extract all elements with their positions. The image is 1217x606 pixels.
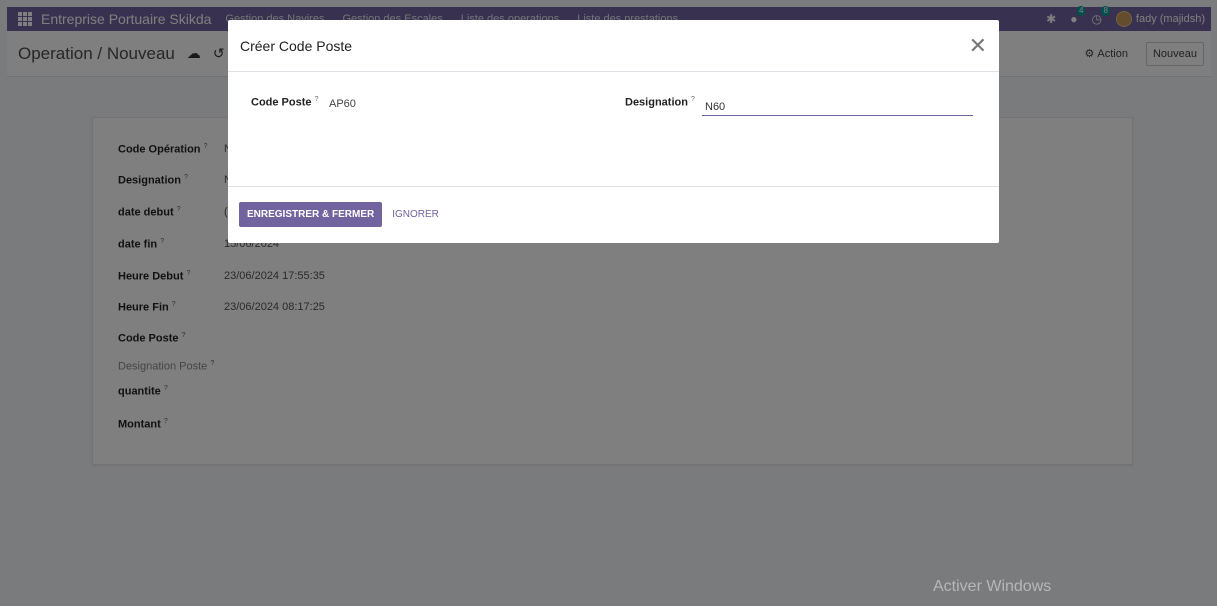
code-poste-value[interactable]: AP60 [329,98,356,110]
modal-footer: ENREGISTRER & FERMER IGNORER [228,187,999,242]
designation-input[interactable] [702,98,973,116]
discard-button[interactable]: IGNORER [392,209,439,220]
modal-body: Code Poste ? AP60 Designation ? [228,72,999,187]
save-close-button[interactable]: ENREGISTRER & FERMER [239,202,383,227]
modal-title: Créer Code Poste [240,37,353,54]
code-poste-label: Code Poste ? [251,96,319,109]
modal-header: Créer Code Poste ✕ [228,20,999,72]
close-icon[interactable]: ✕ [969,34,987,57]
windows-activation-watermark: Activer Windows [933,578,1052,595]
designation-label: Designation ? [625,96,695,109]
create-code-poste-dialog: Créer Code Poste ✕ Code Poste ? AP60 Des… [228,20,999,243]
